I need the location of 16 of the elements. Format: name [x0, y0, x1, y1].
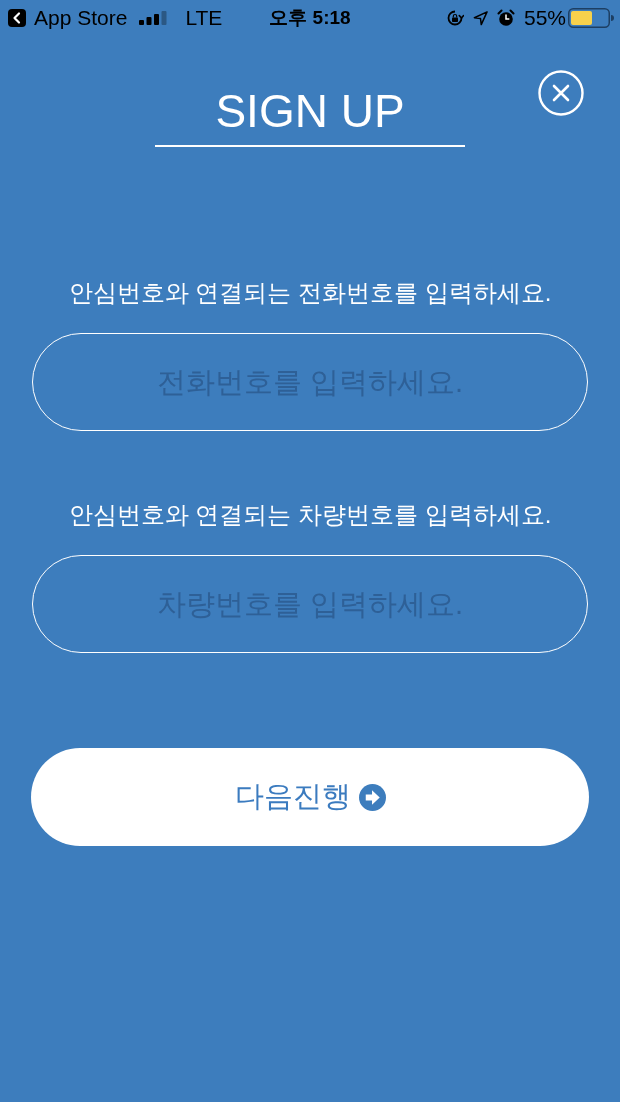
alarm-clock-icon: [496, 9, 515, 27]
location-arrow-icon: [472, 10, 488, 26]
page-title: SIGN UP: [155, 84, 465, 147]
field-instruction: 안심번호와 연결되는 차량번호를 입력하세요.: [68, 500, 552, 530]
network-label: LTE: [185, 6, 223, 30]
close-icon[interactable]: [538, 70, 584, 116]
battery-icon: [568, 8, 614, 28]
clock-time: 오후 5:18: [269, 6, 351, 30]
back-icon: [8, 9, 26, 27]
back-link[interactable]: App Store: [8, 6, 128, 30]
field-instruction: 안심번호와 연결되는 전화번호를 입력하세요.: [68, 278, 552, 308]
battery-percent: 55%: [523, 6, 566, 30]
next-button[interactable]: 다음진행: [31, 748, 589, 846]
rotation-lock-icon: [445, 9, 464, 27]
signal-icon: [139, 11, 168, 25]
arrow-right-icon: [358, 783, 386, 811]
